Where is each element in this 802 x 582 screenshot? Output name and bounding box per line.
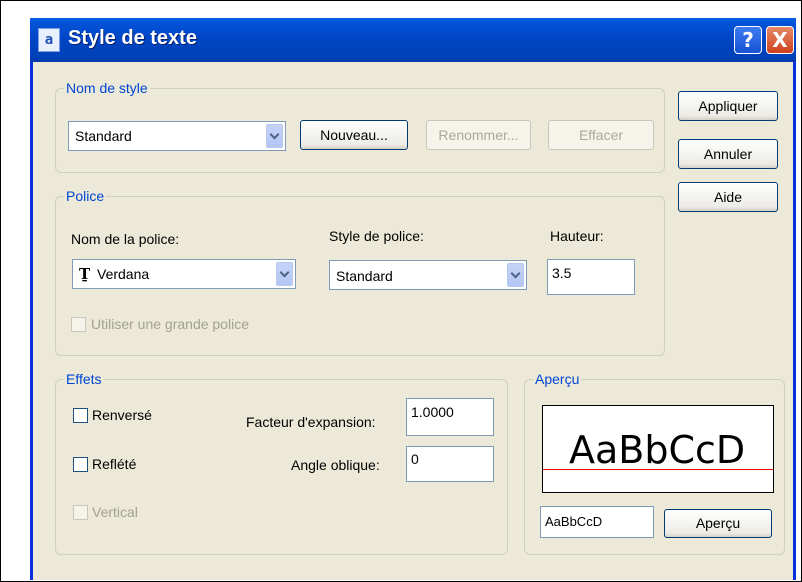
style-name-select[interactable]: Standard — [68, 121, 286, 151]
font-name-label: Nom de la police: — [71, 231, 180, 247]
height-input[interactable]: 3.5 — [547, 259, 635, 295]
backwards-label: Reflété — [92, 456, 137, 472]
font-group: Police Nom de la police: Ṯ Verdana Styl… — [55, 188, 665, 356]
font-style-label: Style de police: — [329, 228, 424, 244]
upside-down-checkbox[interactable] — [73, 408, 88, 423]
big-font-label: Utiliser une grande police — [91, 316, 249, 332]
new-style-button[interactable]: Nouveau... — [300, 120, 408, 150]
title-bar: a Style de texte ? X — [30, 18, 796, 62]
rename-style-button[interactable]: Renommer... — [426, 120, 531, 150]
oblique-angle-label: Angle oblique: — [291, 457, 380, 473]
preview-button[interactable]: Aperçu — [664, 509, 772, 538]
style-name-group: Nom de style Standard Nouveau... Renomme… — [55, 80, 665, 173]
cancel-button[interactable]: Annuler — [678, 139, 778, 169]
preview-group: Aperçu AaBbCcD AaBbCcD Aperçu — [524, 371, 785, 555]
chevron-down-icon[interactable] — [507, 263, 524, 287]
backwards-checkbox[interactable] — [73, 457, 88, 472]
oblique-angle-input[interactable]: 0 — [406, 446, 494, 482]
font-style-value: Standard — [336, 268, 393, 284]
close-icon[interactable]: X — [766, 26, 794, 54]
preview-sample-text: AaBbCcD — [569, 428, 746, 472]
effects-group: Effets Renversé Reflété Vertical Facteur… — [55, 371, 508, 555]
vertical-label: Vertical — [92, 504, 138, 520]
style-name-legend: Nom de style — [64, 80, 150, 96]
help-button[interactable]: Aide — [678, 182, 778, 212]
dialog-title: Style de texte — [68, 27, 197, 49]
text-style-icon: a — [38, 28, 60, 52]
style-name-value: Standard — [75, 128, 132, 144]
font-name-value: Verdana — [97, 266, 150, 282]
vertical-checkbox[interactable] — [73, 505, 88, 520]
truetype-font-icon: Ṯ — [79, 265, 91, 283]
font-style-select[interactable]: Standard — [329, 260, 527, 290]
apply-button[interactable]: Appliquer — [678, 91, 778, 121]
font-legend: Police — [64, 188, 107, 204]
effects-legend: Effets — [64, 371, 104, 387]
width-factor-input[interactable]: 1.0000 — [406, 398, 494, 436]
font-name-select[interactable]: Ṯ Verdana — [72, 259, 296, 289]
big-font-checkbox[interactable] — [71, 317, 86, 332]
help-icon[interactable]: ? — [734, 26, 762, 54]
delete-style-button[interactable]: Effacer — [548, 120, 654, 150]
chevron-down-icon[interactable] — [266, 124, 283, 148]
height-label: Hauteur: — [550, 228, 604, 244]
upside-down-label: Renversé — [92, 407, 152, 423]
preview-baseline — [543, 469, 773, 470]
preview-canvas: AaBbCcD — [542, 405, 774, 493]
preview-legend: Aperçu — [533, 371, 582, 387]
width-factor-label: Facteur d'expansion: — [246, 414, 376, 430]
chevron-down-icon[interactable] — [276, 262, 293, 286]
preview-text-input[interactable]: AaBbCcD — [540, 506, 654, 538]
